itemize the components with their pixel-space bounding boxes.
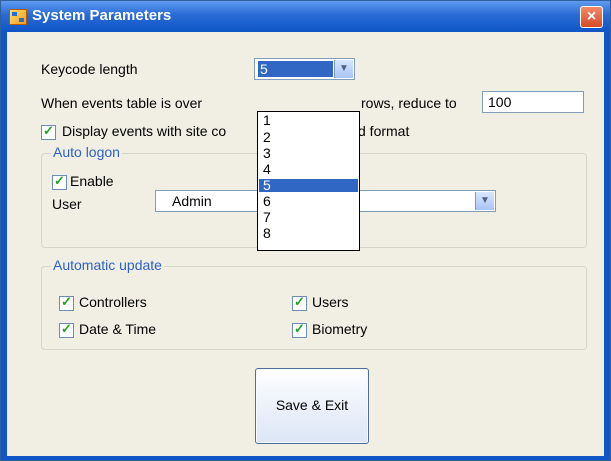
display-events-label-right: d format xyxy=(358,123,410,139)
controllers-label: Controllers xyxy=(79,294,147,310)
system-parameters-window: System Parameters × Keycode length 5 ▼ W… xyxy=(0,0,611,461)
keycode-option[interactable]: 8 xyxy=(259,226,358,240)
date-time-label: Date & Time xyxy=(79,321,157,337)
rows-reduce-to-label: rows, reduce to xyxy=(361,95,457,111)
keycode-length-label: Keycode length xyxy=(41,61,138,77)
reduce-to-value: 100 xyxy=(488,94,512,110)
keycode-option-selected[interactable]: 5 xyxy=(259,178,358,192)
keycode-length-dropdown-list[interactable]: 1 2 3 4 5 6 7 8 xyxy=(257,111,360,251)
chevron-down-icon[interactable]: ▼ xyxy=(334,60,353,78)
biometry-checkbox[interactable] xyxy=(292,321,307,338)
keycode-length-selected-value: 5 xyxy=(258,61,333,77)
save-exit-label: Save & Exit xyxy=(275,397,349,413)
controllers-checkbox[interactable] xyxy=(59,294,74,311)
window-title: System Parameters xyxy=(32,7,172,24)
users-checkbox[interactable] xyxy=(292,294,307,311)
keycode-option[interactable]: 2 xyxy=(259,130,358,144)
keycode-option[interactable]: 7 xyxy=(259,210,358,224)
title-bar[interactable]: System Parameters × xyxy=(1,1,610,31)
date-time-checkbox[interactable] xyxy=(59,321,74,338)
automatic-update-legend: Automatic update xyxy=(51,257,164,273)
keycode-option[interactable]: 1 xyxy=(259,113,358,127)
keycode-option[interactable]: 6 xyxy=(259,194,358,208)
events-table-label: When events table is over xyxy=(41,95,203,111)
keycode-option[interactable]: 4 xyxy=(259,162,358,176)
user-selected-value: Admin xyxy=(172,193,212,209)
display-events-label-left: Display events with site co xyxy=(62,123,227,139)
auto-logon-legend: Auto logon xyxy=(51,144,122,160)
biometry-label: Biometry xyxy=(312,321,368,337)
keycode-length-select[interactable]: 5 ▼ xyxy=(254,58,355,80)
enable-auto-logon-checkbox[interactable] xyxy=(52,173,67,190)
app-icon xyxy=(9,9,27,25)
user-label: User xyxy=(52,196,82,212)
display-events-checkbox[interactable] xyxy=(41,123,56,140)
chevron-down-icon[interactable]: ▼ xyxy=(475,192,494,210)
keycode-option[interactable]: 3 xyxy=(259,146,358,160)
close-button[interactable]: × xyxy=(580,6,603,28)
save-exit-button[interactable]: Save & Exit xyxy=(255,368,369,444)
enable-label: Enable xyxy=(70,173,114,189)
reduce-to-input[interactable]: 100 xyxy=(482,91,584,113)
users-label: Users xyxy=(312,294,349,310)
dialog-client-area: Keycode length 5 ▼ When events table is … xyxy=(7,32,604,456)
